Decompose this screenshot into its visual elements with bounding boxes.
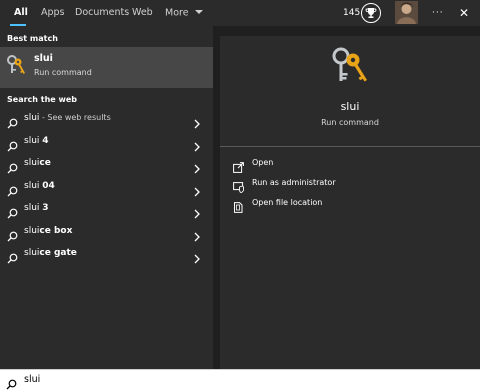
best-match-title: slui <box>34 53 53 64</box>
trophy-icon <box>365 4 377 23</box>
rewards-points: 145 <box>343 8 361 18</box>
pane-divider <box>213 26 220 369</box>
preview-subtitle: Run command <box>321 118 379 127</box>
chevron-right-icon <box>193 159 201 174</box>
chevron-right-icon <box>193 137 201 151</box>
divider <box>220 146 480 147</box>
web-result-label: slui 3 <box>24 203 49 213</box>
results-pane: Best match slui Run command Search the w… <box>0 26 213 369</box>
web-result-item[interactable]: sluice <box>0 153 213 176</box>
web-result-item[interactable]: sluice box <box>0 221 213 244</box>
search-icon <box>7 182 18 196</box>
search-icon <box>7 114 18 129</box>
tab-web[interactable]: Web <box>132 0 153 26</box>
search-icon <box>6 375 17 390</box>
shield-admin-icon <box>233 178 244 193</box>
chevron-right-icon <box>193 227 201 241</box>
keys-icon <box>6 54 26 76</box>
best-match-heading: Best match <box>7 34 58 43</box>
web-result-label: sluice <box>24 158 51 168</box>
rewards-button[interactable] <box>361 3 381 23</box>
search-icon <box>7 204 18 219</box>
preview-pane: slui Run command Open Run as administrat… <box>220 36 480 369</box>
file-location-icon <box>233 198 244 213</box>
search-top-bar: All Apps Documents Web More 145 ··· ✕ <box>0 0 480 26</box>
search-icon <box>7 227 18 241</box>
best-match-subtitle: Run command <box>34 68 92 77</box>
chevron-right-icon <box>193 204 201 219</box>
web-result-item[interactable]: slui - See web results <box>0 108 213 131</box>
web-result-label: slui 04 <box>24 180 55 191</box>
preview-top-gap <box>220 26 480 36</box>
more-options-button[interactable]: ··· <box>432 0 444 26</box>
run-as-admin-label: Run as administrator <box>252 178 336 187</box>
chevron-right-icon <box>193 249 201 264</box>
web-result-label: sluice gate <box>24 248 77 258</box>
avatar[interactable] <box>395 1 418 24</box>
open-icon <box>233 158 244 173</box>
open-file-location-label: Open file location <box>252 198 323 207</box>
web-result-label: slui - See web results <box>24 113 111 123</box>
tab-apps[interactable]: Apps <box>41 0 65 26</box>
preview-title: slui <box>340 100 360 113</box>
run-as-admin-action[interactable]: Run as administrator <box>233 176 433 193</box>
web-result-item[interactable]: sluice gate <box>0 243 213 266</box>
best-match-item[interactable]: slui Run command <box>0 47 213 88</box>
open-action[interactable]: Open <box>233 156 433 173</box>
close-button[interactable]: ✕ <box>459 0 469 26</box>
web-result-label: slui 4 <box>24 135 49 146</box>
web-result-item[interactable]: slui 4 <box>0 131 213 154</box>
search-icon <box>7 137 18 151</box>
search-box[interactable]: slui <box>0 369 480 391</box>
tab-more[interactable]: More <box>165 0 203 26</box>
tab-documents[interactable]: Documents <box>75 0 129 26</box>
search-web-heading: Search the web <box>7 95 78 104</box>
search-icon <box>7 159 18 174</box>
tab-more-label: More <box>165 7 189 19</box>
web-result-label: sluice box <box>24 225 73 236</box>
chevron-down-icon <box>194 0 203 26</box>
chevron-right-icon <box>193 182 201 196</box>
open-file-location-action[interactable]: Open file location <box>233 196 433 213</box>
chevron-right-icon <box>193 114 201 129</box>
tab-all[interactable]: All <box>14 0 28 26</box>
keys-icon <box>329 45 369 85</box>
open-action-label: Open <box>252 158 274 167</box>
web-result-item[interactable]: slui 04 <box>0 176 213 199</box>
search-input[interactable]: slui <box>24 374 40 385</box>
search-icon <box>7 249 18 264</box>
web-result-item[interactable]: slui 3 <box>0 198 213 221</box>
